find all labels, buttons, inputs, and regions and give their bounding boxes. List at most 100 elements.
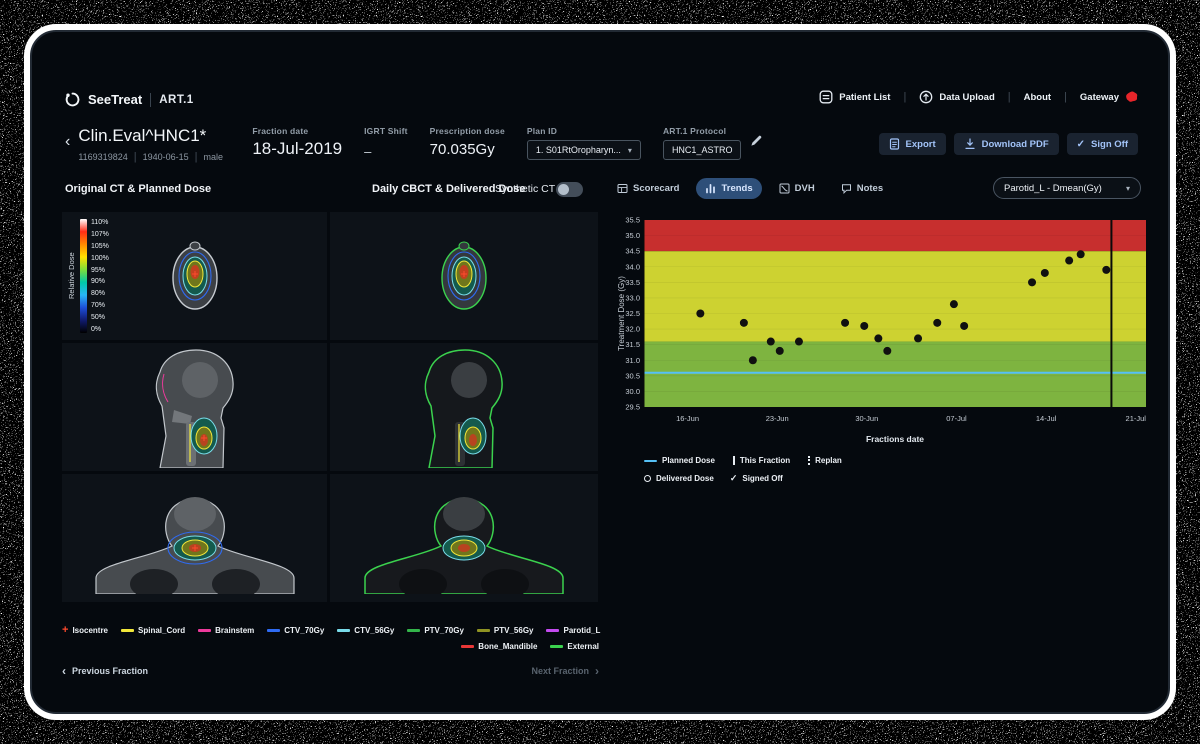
y-tick-label: 29.5 <box>625 403 640 412</box>
nav-patient-list[interactable]: Patient List <box>819 90 890 104</box>
chart-point[interactable] <box>696 309 705 318</box>
nav-label: Data Upload <box>939 91 995 103</box>
tab-dvh[interactable]: DVH <box>770 178 824 199</box>
ct-panel-coronal-cbct[interactable] <box>330 474 598 602</box>
legend-label: PTV_70Gy <box>424 626 464 635</box>
synthetic-ct-toggle[interactable] <box>556 182 583 197</box>
ct-panel-axial-cbct[interactable] <box>330 212 598 340</box>
chart-point[interactable] <box>748 356 757 365</box>
back-button[interactable]: ‹ <box>65 134 70 150</box>
legend-label: Isocentre <box>72 626 109 635</box>
chart-point[interactable] <box>841 318 850 327</box>
y-tick-label: 35.0 <box>625 231 640 240</box>
chart-point[interactable] <box>1076 250 1085 259</box>
chart-point[interactable] <box>860 321 869 330</box>
prescription-dose-label: Prescription dose <box>429 126 505 136</box>
download-pdf-button[interactable]: Download PDF <box>953 133 1059 155</box>
tab-notes[interactable]: Notes <box>832 178 892 199</box>
ct-coronal-planned-image[interactable] <box>88 482 302 594</box>
nav-data-upload[interactable]: Data Upload <box>919 90 995 104</box>
chevron-down-icon: ▾ <box>1125 183 1130 193</box>
synthetic-ct-label: Synthetic CT <box>495 183 556 195</box>
y-tick-label: 32.5 <box>625 309 640 318</box>
chart-point[interactable] <box>949 300 958 309</box>
chart-point[interactable] <box>1028 278 1037 287</box>
chart-point[interactable] <box>883 346 892 355</box>
tab-scorecard[interactable]: Scorecard <box>608 178 688 199</box>
scorecard-icon <box>617 184 628 193</box>
protocol-value-chip: HNC1_ASTRO <box>662 140 742 160</box>
nav-gateway[interactable]: Gateway <box>1080 91 1138 104</box>
legend-this-fraction: This Fraction <box>732 456 791 465</box>
patient-identity: Clin.Eval^HNC1* 1169319824 | 1940-06-15 … <box>78 126 230 163</box>
patient-list-icon <box>819 90 833 104</box>
pencil-icon <box>751 135 762 146</box>
chart-point[interactable] <box>960 321 969 330</box>
colorbar-label: 70% <box>91 302 106 310</box>
colorbar-label: 0% <box>91 325 102 333</box>
y-axis-label: Treatment Dose (Gy) <box>617 276 626 351</box>
patient-name: Clin.Eval^HNC1* <box>78 126 207 145</box>
chart-point[interactable] <box>1102 265 1111 274</box>
structure-swatch <box>476 629 490 632</box>
x-tick-label: 07-Jul <box>946 414 967 423</box>
fraction-date-label: Fraction date <box>252 126 309 136</box>
chart-point[interactable] <box>739 318 748 327</box>
chart-point[interactable] <box>794 337 803 346</box>
legend-structure: CTV_70Gy <box>267 626 324 635</box>
igrt-shift-label: IGRT Shift <box>364 126 408 136</box>
brand-divider <box>150 92 152 107</box>
legend-label: This Fraction <box>739 456 791 465</box>
ct-axial-cbct-image[interactable] <box>433 236 495 316</box>
upload-icon <box>919 90 933 104</box>
legend-label: Parotid_L <box>563 626 601 635</box>
next-fraction-button[interactable]: Next Fraction › <box>531 664 599 678</box>
ct-panel-sagittal-cbct[interactable] <box>330 343 598 471</box>
replan-swatch <box>808 456 811 465</box>
ct-panel-coronal-planned[interactable] <box>62 474 327 602</box>
download-pdf-label: Download PDF <box>981 138 1049 150</box>
sign-off-label: Sign Off <box>1091 138 1128 150</box>
ct-sagittal-cbct-image[interactable] <box>401 346 527 468</box>
colorbar-gradient <box>80 219 87 333</box>
protocol-field: ART.1 Protocol HNC1_ASTRO <box>662 126 764 160</box>
chart-point[interactable] <box>874 334 883 343</box>
plan-id-dropdown[interactable]: 1. S01RtOropharyn... ▾ <box>526 140 641 160</box>
nav-about[interactable]: About <box>1024 92 1051 103</box>
legend-label: Signed Off <box>742 474 783 483</box>
chart-point[interactable] <box>766 337 775 346</box>
chart-point[interactable] <box>775 346 784 355</box>
tab-label: Notes <box>856 183 884 194</box>
tab-trends[interactable]: Trends <box>696 178 762 199</box>
plan-id-value: 1. S01RtOropharyn... <box>535 145 621 155</box>
ct-panel-sagittal-planned[interactable] <box>62 343 327 471</box>
y-tick-label: 31.5 <box>625 340 640 349</box>
ct-sagittal-planned-image[interactable] <box>132 346 258 468</box>
ct-coronal-cbct-image[interactable] <box>357 482 571 594</box>
chart-point[interactable] <box>933 318 942 327</box>
brand-name: SeeTreat <box>88 92 143 107</box>
sign-off-button[interactable]: ✓ Sign Off <box>1066 133 1138 155</box>
metric-dropdown-value: Parotid_L - Dmean(Gy) <box>1004 182 1102 194</box>
ct-panel-axial-planned[interactable]: Relative Dose 110% 107% 105% 100% 95% 90% 80% 7… <box>62 212 327 340</box>
tab-label: Scorecard <box>633 183 680 194</box>
fraction-nav: ‹ Previous Fraction Next Fraction › <box>62 664 599 678</box>
legend-label: Planned Dose <box>662 456 715 465</box>
chart-point[interactable] <box>1040 268 1049 277</box>
export-button[interactable]: Export <box>878 133 946 155</box>
metric-dropdown[interactable]: Parotid_L - Dmean(Gy) ▾ <box>993 177 1141 199</box>
chart-point[interactable] <box>914 334 923 343</box>
previous-fraction-button[interactable]: ‹ Previous Fraction <box>62 664 148 678</box>
legend-isocentre: + Isocentre <box>62 625 108 636</box>
legend-label: PTV_56Gy <box>493 626 534 635</box>
plan-id-field: Plan ID 1. S01RtOropharyn... ▾ <box>526 126 641 160</box>
edit-protocol-button[interactable] <box>750 134 763 150</box>
trend-chart[interactable]: 35.5 35.0 34.5 34.0 33.5 33.0 32.5 32.0 31.5 31.0… <box>615 214 1149 454</box>
chart-point[interactable] <box>1065 256 1074 265</box>
next-fraction-label: Next Fraction <box>531 666 589 676</box>
ct-axial-planned-image[interactable] <box>164 236 226 316</box>
nav-divider: | <box>1007 91 1011 103</box>
legend-structure: External <box>550 642 599 651</box>
structure-swatch <box>546 629 560 632</box>
export-label: Export <box>905 138 936 150</box>
